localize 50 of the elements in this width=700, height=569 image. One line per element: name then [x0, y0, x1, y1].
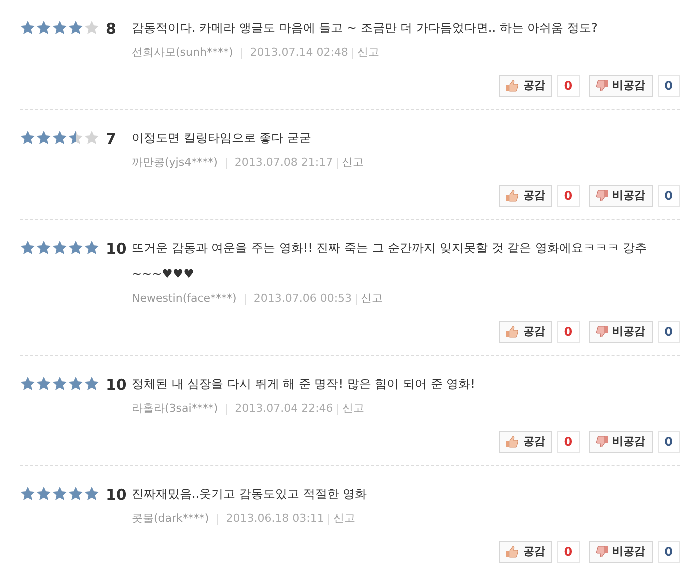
author-name: 라홀라(3sai****) — [132, 401, 218, 417]
thumbs-up-icon — [506, 546, 520, 558]
dislike-count: 0 — [658, 541, 680, 563]
like-button[interactable]: 공감 — [499, 541, 552, 563]
like-button[interactable]: 공감 — [499, 185, 552, 207]
review-date: 2013.07.04 22:46 — [235, 401, 334, 417]
like-count: 0 — [557, 431, 580, 453]
review-date: 2013.07.08 21:17 — [234, 155, 334, 171]
review-date: 2013.07.06 00:53 — [254, 291, 352, 307]
review-text: 정체된 내 심장을 다시 뛰게 해 준 명작! 많은 힘이 되어 준 영화! — [132, 376, 476, 393]
score: 10 — [106, 486, 127, 504]
score: 10 — [106, 376, 127, 394]
dislike-count: 0 — [658, 321, 680, 343]
dislike-button[interactable]: 비공감 — [588, 431, 653, 453]
thumbs-up-icon — [506, 190, 520, 202]
like-count: 0 — [557, 75, 580, 97]
score: 10 — [106, 240, 127, 258]
thumbs-up-icon — [506, 80, 520, 92]
dislike-count: 0 — [658, 75, 680, 97]
thumbs-down-icon — [596, 190, 609, 202]
author-name: 선희사모(sunh****) — [132, 45, 234, 61]
review-text: 감동적이다. 카메라 앵글도 마음에 들고 ~ 조금만 더 가다듬었다면.. 하는 아쉬움 정도? — [132, 20, 599, 37]
like-button[interactable]: 공감 — [499, 321, 552, 343]
review-date: 2013.06.18 03:11 — [226, 511, 324, 527]
dislike-button[interactable]: 비공감 — [588, 541, 653, 563]
thumbs-down-icon — [596, 326, 609, 338]
like-count: 0 — [557, 185, 580, 207]
thumbs-down-icon — [596, 436, 609, 448]
like-button[interactable]: 공감 — [499, 431, 552, 453]
author-name: 까만콩(yjs4****) — [132, 155, 218, 171]
dislike-button[interactable]: 비공감 — [588, 321, 653, 343]
thumbs-down-icon — [596, 80, 609, 92]
dislike-button[interactable]: 비공감 — [588, 185, 653, 207]
score: 7 — [106, 130, 116, 148]
like-count: 0 — [557, 541, 580, 563]
author-name: Newestin(face****) — [132, 291, 237, 307]
review-text: 뜨거운 감동과 여운을 주는 영화!! 진짜 죽는 그 순간까지 잊지못할 것 같은 영화에요ㅋㅋㅋ 강추~~~♥♥♥ — [132, 240, 648, 283]
thumbs-down-icon — [596, 546, 609, 558]
like-count: 0 — [557, 321, 580, 343]
review-text: 진짜재밌음..웃기고 감동도있고 적절한 영화 — [132, 486, 368, 503]
author-name: 콧물(dark****) — [132, 511, 210, 527]
thumbs-up-icon — [506, 326, 520, 338]
thumbs-up-icon — [506, 436, 520, 448]
like-button[interactable]: 공감 — [499, 75, 552, 97]
score: 8 — [106, 20, 116, 38]
dislike-count: 0 — [658, 185, 680, 207]
review-date: 2013.07.14 02:48 — [250, 45, 348, 61]
dislike-count: 0 — [658, 431, 680, 453]
dislike-button[interactable]: 비공감 — [588, 75, 653, 97]
review-text: 이정도면 킬링타임으로 좋다 굳굳 — [132, 130, 312, 147]
